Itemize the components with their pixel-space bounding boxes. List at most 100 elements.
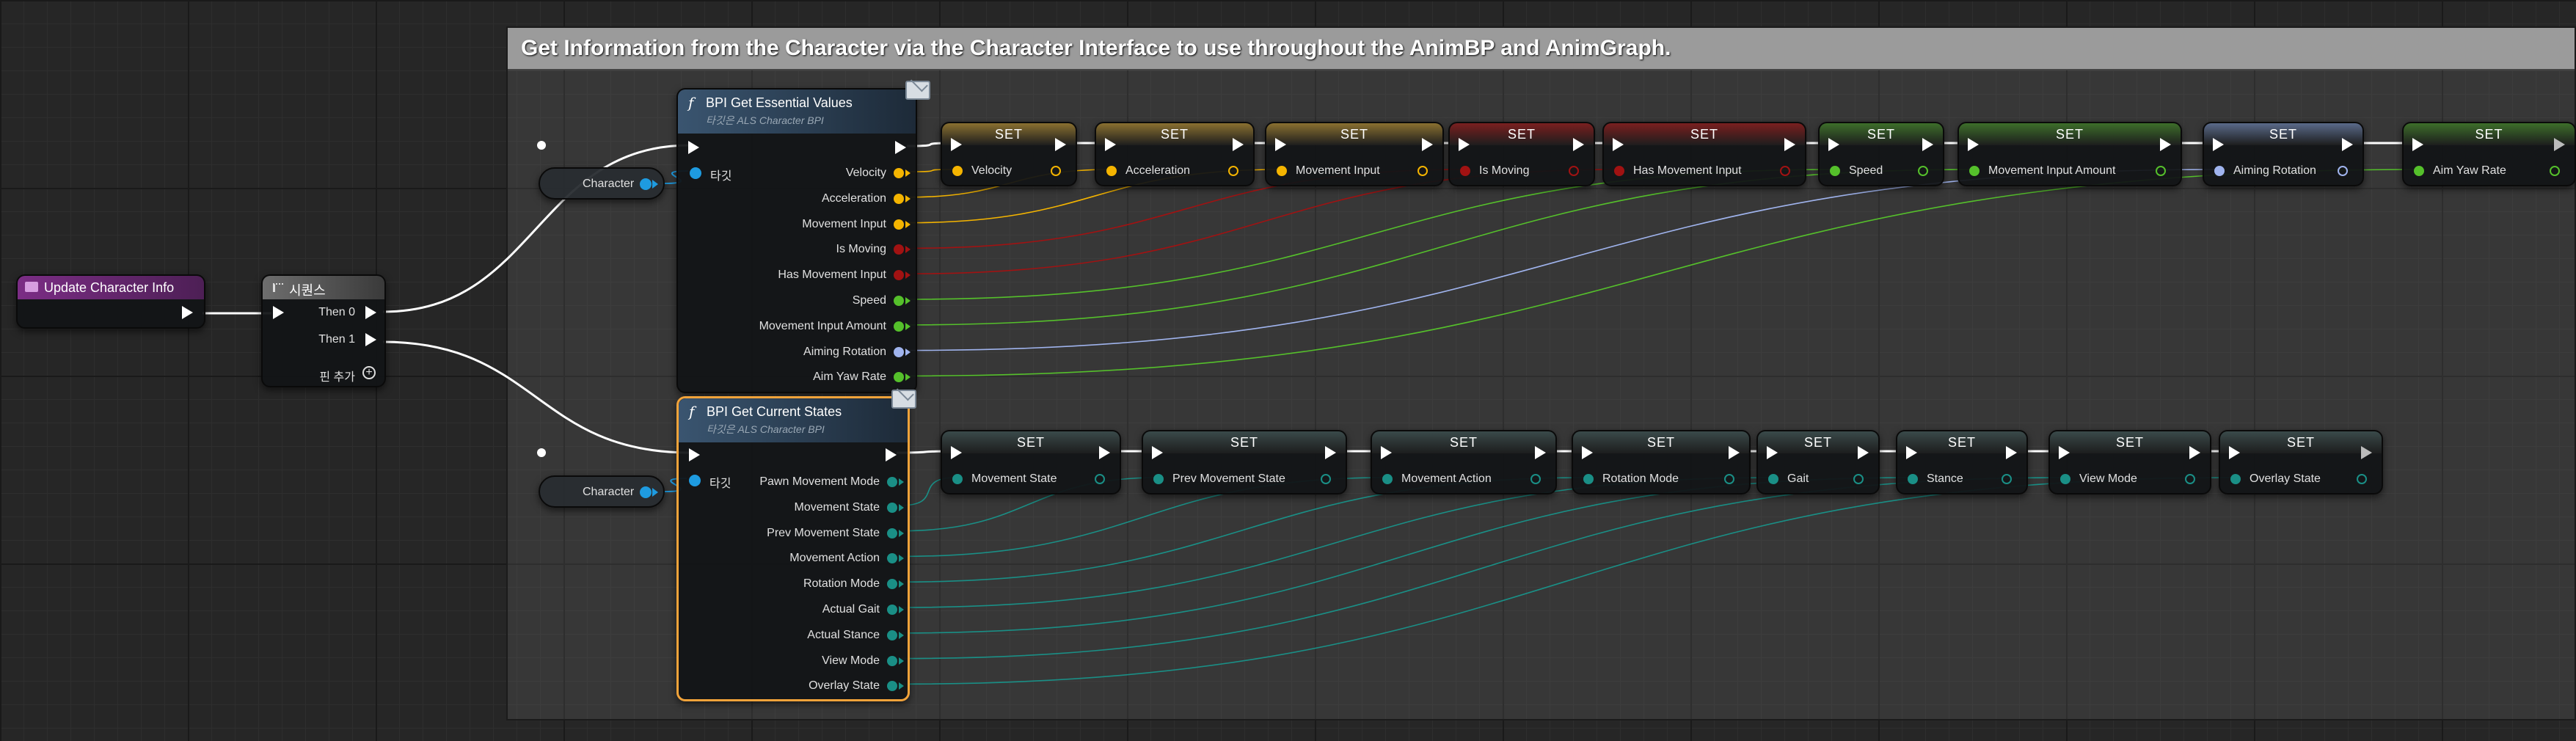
set-output-pin[interactable] [2338,166,2348,176]
states-output-pin[interactable] [887,629,897,640]
set-input-pin[interactable] [2214,166,2225,176]
set-exec-out-pin[interactable] [1099,446,1110,459]
essential-output-pin[interactable] [894,244,904,255]
set-node-is-moving[interactable]: SET Is Moving [1448,122,1595,186]
set-output-pin[interactable] [2002,474,2012,484]
set-output-pin[interactable] [1051,166,1061,176]
set-input-pin[interactable] [2230,474,2241,484]
set-output-pin[interactable] [2550,166,2560,176]
set-exec-in-pin[interactable] [1613,138,1624,151]
set-exec-in-pin[interactable] [2412,138,2423,151]
set-input-pin[interactable] [2414,166,2424,176]
essential-output-pin[interactable] [894,372,904,383]
states-output-pin[interactable] [887,477,897,487]
bpi-get-current-states-node[interactable]: f BPI Get Current States 타깃은 ALS Charact… [676,390,916,701]
set-exec-out-pin[interactable] [2554,138,2565,151]
set-exec-out-pin[interactable] [1729,446,1740,459]
set-input-pin[interactable] [2060,474,2070,484]
set-exec-out-pin[interactable] [1784,138,1795,151]
set-input-pin[interactable] [1908,474,1918,484]
character-ref-node[interactable]: Character [539,475,665,508]
set-node-acceleration[interactable]: SET Acceleration [1095,122,1255,186]
essential-target-pin[interactable] [690,167,701,179]
set-output-pin[interactable] [1853,474,1864,484]
set-input-pin[interactable] [1830,166,1840,176]
states-output-pin[interactable] [887,502,897,513]
set-node-overlay-state[interactable]: SET Overlay State [2219,430,2383,494]
sequence-exec-in-pin[interactable] [273,306,284,319]
set-output-pin[interactable] [1417,166,1428,176]
set-input-pin[interactable] [1614,166,1624,176]
set-exec-in-pin[interactable] [1459,138,1470,151]
set-node-aiming-rotation[interactable]: SET Aiming Rotation [2203,122,2364,186]
states-output-pin[interactable] [887,681,897,692]
set-exec-in-pin[interactable] [951,138,962,151]
set-input-pin[interactable] [952,474,963,484]
set-input-pin[interactable] [1382,474,1393,484]
set-node-prev-movement-state[interactable]: SET Prev Movement State [1142,430,1347,494]
set-exec-in-pin[interactable] [1828,138,1839,151]
states-output-pin[interactable] [887,528,897,539]
set-exec-out-pin[interactable] [2160,138,2171,151]
sequence-node[interactable]: 시퀀스 Then 0 Then 1 핀 추가 + [261,274,386,387]
character-ref-pin[interactable] [640,178,652,190]
character-ref-pin[interactable] [640,486,652,498]
states-output-pin[interactable] [887,655,897,666]
set-exec-in-pin[interactable] [2229,446,2240,459]
set-node-aim-yaw-rate[interactable]: SET Aim Yaw Rate [2402,122,2576,186]
then1-pin[interactable] [365,333,376,346]
set-exec-in-pin[interactable] [2059,446,2070,459]
set-output-pin[interactable] [1724,474,1734,484]
set-output-pin[interactable] [1095,474,1105,484]
set-exec-out-pin[interactable] [1535,446,1546,459]
states-target-pin[interactable] [689,475,701,486]
event-update-character-info[interactable]: Update Character Info [16,274,205,329]
then0-pin[interactable] [365,306,376,319]
set-exec-out-pin[interactable] [1922,138,1933,151]
set-node-has-movement-input[interactable]: SET Has Movement Input [1602,122,1806,186]
set-node-movement-action[interactable]: SET Movement Action [1371,430,1557,494]
essential-exec-in-pin[interactable] [688,141,699,154]
set-node-view-mode[interactable]: SET View Mode [2048,430,2211,494]
set-exec-in-pin[interactable] [1906,446,1917,459]
set-exec-in-pin[interactable] [1105,138,1116,151]
set-node-rotation-mode[interactable]: SET Rotation Mode [1572,430,1751,494]
set-node-movement-input-amount[interactable]: SET Movement Input Amount [1957,122,2182,186]
set-input-pin[interactable] [1106,166,1117,176]
set-node-movement-state[interactable]: SET Movement State [941,430,1121,494]
states-exec-in-pin[interactable] [689,448,700,461]
event-exec-out-pin[interactable] [182,306,193,319]
set-node-movement-input[interactable]: SET Movement Input [1265,122,1444,186]
set-input-pin[interactable] [1460,166,1470,176]
set-exec-in-pin[interactable] [1582,446,1593,459]
set-input-pin[interactable] [1969,166,1980,176]
set-output-pin[interactable] [2357,474,2367,484]
set-input-pin[interactable] [1768,474,1778,484]
essential-output-pin[interactable] [894,346,904,357]
set-exec-out-pin[interactable] [1325,446,1336,459]
set-exec-out-pin[interactable] [1055,138,1066,151]
set-output-pin[interactable] [1321,474,1331,484]
set-exec-out-pin[interactable] [1858,446,1869,459]
states-exec-out-pin[interactable] [886,448,897,461]
set-output-pin[interactable] [1530,474,1541,484]
set-node-stance[interactable]: SET Stance [1896,430,2028,494]
set-output-pin[interactable] [1228,166,1238,176]
set-output-pin[interactable] [2185,474,2195,484]
set-input-pin[interactable] [952,166,963,176]
set-output-pin[interactable] [2156,166,2166,176]
essential-output-pin[interactable] [894,321,904,332]
set-node-gait[interactable]: SET Gait [1756,430,1880,494]
set-output-pin[interactable] [1918,166,1928,176]
set-exec-in-pin[interactable] [1381,446,1392,459]
reroute-knot[interactable] [537,141,546,150]
set-exec-out-pin[interactable] [2342,138,2353,151]
essential-output-pin[interactable] [894,193,904,204]
essential-output-pin[interactable] [894,219,904,230]
set-input-pin[interactable] [1153,474,1164,484]
set-exec-in-pin[interactable] [1767,446,1778,459]
set-input-pin[interactable] [1583,474,1594,484]
set-exec-in-pin[interactable] [1968,138,1979,151]
set-exec-out-pin[interactable] [2006,446,2017,459]
states-output-pin[interactable] [887,605,897,615]
